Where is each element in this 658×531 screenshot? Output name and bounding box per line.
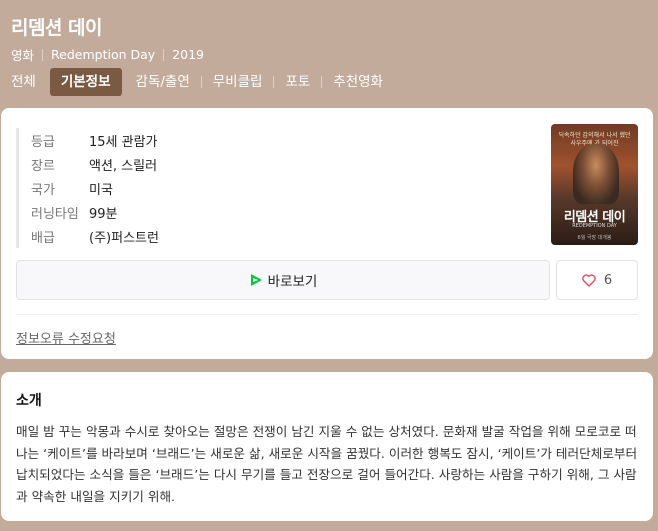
info-key: 배급 [31, 230, 55, 246]
info-value: (주)퍼스트런 [89, 230, 159, 246]
intro-card: 소개 매일 밤 꾸는 악몽과 수시로 찾아오는 절망은 전쟁이 남긴 지울 수 … [1, 372, 653, 521]
tab-all[interactable]: 전체 [0, 68, 47, 96]
info-row-runtime: 러닝타임 99분 [31, 200, 159, 224]
info-row-country: 국가 미국 [31, 176, 159, 200]
info-value: 액션, 스릴러 [89, 158, 158, 174]
tab-director-cast[interactable]: 감독/출연 [125, 68, 201, 96]
divider [16, 314, 638, 315]
movie-meta: 영화 Redemption Day 2019 [11, 45, 204, 64]
intro-heading: 소개 [16, 393, 42, 409]
movie-poster[interactable]: 딕속하던 감의해서 나서 했던 사우주에 가 되어진 리뎀션 데이 REDEMP… [551, 124, 638, 245]
basic-info-card: 등급 15세 관람가 장르 액션, 스릴러 국가 미국 러닝타임 99분 배급 … [1, 108, 653, 359]
poster-figure [573, 144, 619, 204]
report-error-link[interactable]: 정보오류 수정요청 [16, 328, 116, 347]
meta-divider [163, 48, 165, 61]
tab-movie-clip[interactable]: 무비클립 [202, 68, 274, 96]
tab-photo[interactable]: 포토 [274, 68, 321, 96]
heart-icon [582, 273, 596, 287]
tab-basic-info[interactable]: 기본정보 [49, 68, 122, 96]
poster-subtitle: REDEMPTION DAY [572, 223, 617, 229]
info-key: 장르 [31, 158, 55, 174]
play-icon [249, 273, 263, 287]
intro-text: 매일 밤 꾸는 악몽과 수시로 찾아오는 절망은 전쟁이 남긴 지울 수 없는 … [16, 424, 638, 504]
meta-year: 2019 [172, 47, 204, 62]
watch-now-button[interactable]: 바로보기 [16, 260, 550, 300]
watch-now-label: 바로보기 [267, 274, 318, 290]
info-list: 등급 15세 관람가 장르 액션, 스릴러 국가 미국 러닝타임 99분 배급 … [16, 128, 159, 248]
header: 리뎀션 데이 영화 Redemption Day 2019 전체 기본정보 감독… [0, 0, 658, 100]
info-value: 미국 [89, 182, 113, 198]
info-key: 국가 [31, 182, 55, 198]
info-value: 99분 [89, 206, 118, 222]
meta-divider [42, 48, 44, 61]
info-value: 15세 관람가 [89, 134, 158, 150]
info-row-distributor: 배급 (주)퍼스트런 [31, 224, 159, 248]
info-key: 러닝타임 [31, 206, 79, 222]
info-key: 등급 [31, 134, 55, 150]
meta-category: 영화 [11, 48, 35, 63]
meta-original-title: Redemption Day [51, 47, 156, 62]
like-button[interactable]: 6 [556, 260, 638, 300]
poster-date: 6월 극장 대개봉 [577, 235, 612, 241]
like-count: 6 [603, 272, 613, 288]
tab-bar: 전체 기본정보 감독/출연 무비클립 포토 추천영화 [0, 68, 394, 96]
info-row-rating: 등급 15세 관람가 [31, 128, 159, 152]
tab-recommended[interactable]: 추천영화 [322, 68, 394, 96]
info-row-genre: 장르 액션, 스릴러 [31, 152, 159, 176]
page-title: 리뎀션 데이 [11, 17, 103, 39]
